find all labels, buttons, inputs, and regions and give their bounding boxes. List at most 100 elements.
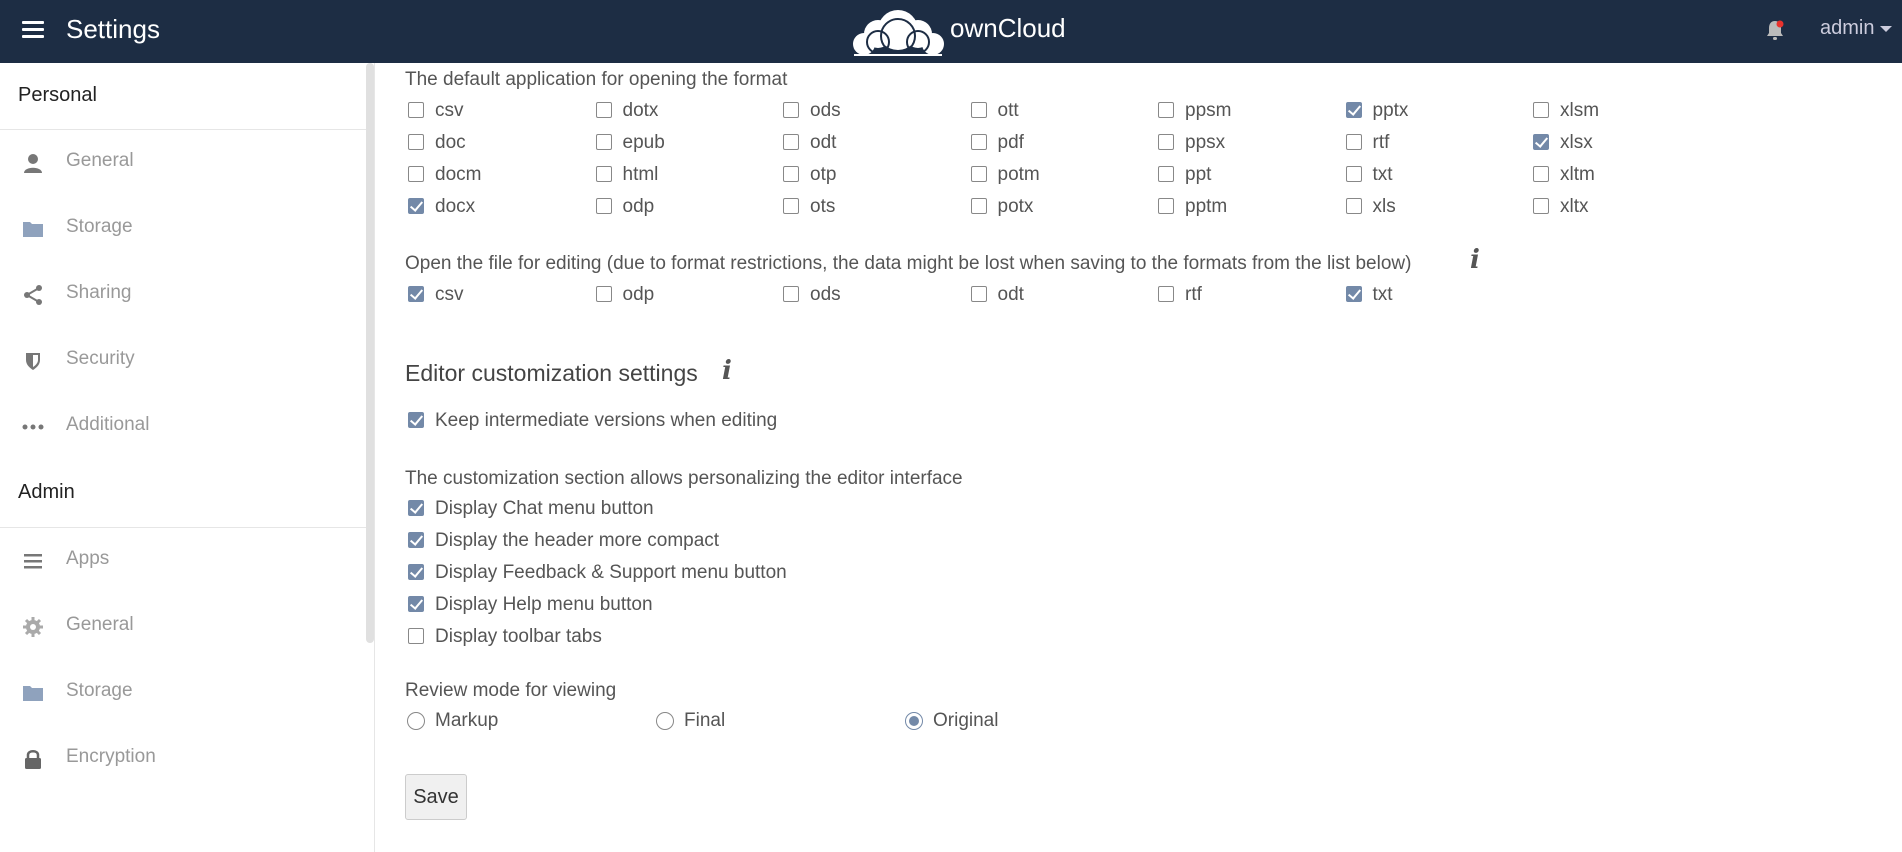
default-format-checkbox-pdf[interactable] [970,134,987,150]
sidebar-item-sharing[interactable]: Sharing [0,265,366,325]
notification-bell-icon[interactable] [1765,19,1785,41]
sidebar-item-security[interactable]: Security [0,331,366,391]
customization-checkbox[interactable] [408,532,424,548]
customization-checkbox[interactable] [408,564,424,580]
default-format-label: ppsx [1185,132,1226,153]
default-format-label: xlsx [1560,132,1593,153]
edit-format-checkbox-txt[interactable] [1345,286,1362,302]
edit-format-checkbox-csv[interactable] [408,286,424,302]
edit-format-checkbox-ods[interactable] [783,286,799,302]
sidebar-item-personal-storage[interactable]: Storage [0,199,366,259]
default-format-label: csv [435,100,464,121]
default-format-label: pptm [1185,196,1228,217]
edit-format-label: odp [622,284,655,305]
edit-format-label: rtf [1185,284,1202,305]
customization-checkbox[interactable] [408,628,424,644]
sidebar-item-label: Additional [66,414,150,435]
default-format-checkbox-xls[interactable] [1345,198,1362,214]
default-format-checkbox-ppsx[interactable] [1158,134,1174,150]
default-format-label: xlsm [1560,100,1600,121]
default-format-checkbox-ots[interactable] [783,198,799,214]
edit-format-checkbox-odp[interactable] [595,286,612,302]
brand-name: ownCloud [950,13,1066,43]
review-mode-label: Review mode for viewing [405,680,617,701]
default-format-checkbox-xlsm[interactable] [1533,102,1549,118]
default-format-checkbox-ppsm[interactable] [1158,102,1174,118]
sidebar-item-additional[interactable]: Additional [0,397,366,457]
folder-icon [23,686,43,701]
default-format-label: docx [435,196,476,217]
user-menu[interactable]: admin [1820,17,1893,40]
default-format-checkbox-txt[interactable] [1345,166,1362,182]
review-mode-radio[interactable] [656,712,674,730]
sidebar-item-admin-storage[interactable]: Storage [0,663,366,723]
save-button[interactable]: Save [405,774,467,820]
default-format-label: potm [997,164,1040,185]
default-format-checkbox-ppt[interactable] [1158,166,1174,182]
default-format-label: potx [997,196,1034,217]
default-format-checkbox-odt[interactable] [783,134,799,150]
default-format-checkbox-odp[interactable] [595,198,612,214]
default-format-checkbox-xltm[interactable] [1533,166,1549,182]
default-format-checkbox-epub[interactable] [595,134,612,150]
sidebar-item-label: Encryption [66,746,156,767]
default-format-checkbox-pptm[interactable] [1158,198,1174,214]
app-title: Settings [66,14,160,44]
default-format-checkbox-otp[interactable] [783,166,799,182]
sidebar-item-label: Sharing [66,282,132,303]
review-mode-label: Markup [435,710,499,731]
sidebar-item-label: Apps [66,548,110,569]
customization-option-label: Display the header more compact [435,530,720,551]
customization-checkbox[interactable] [408,596,424,612]
sidebar-item-encryption[interactable]: Encryption [0,729,366,789]
keep-versions-label: Keep intermediate versions when editing [435,410,778,431]
default-format-checkbox-xltx[interactable] [1533,198,1549,214]
default-format-label: pptx [1372,100,1409,121]
lock-icon [25,750,41,769]
sidebar-scrollbar[interactable] [366,63,374,643]
default-format-label: rtf [1372,132,1390,153]
default-format-checkbox-html[interactable] [595,166,612,182]
divider [0,129,366,130]
edit-format-checkbox-rtf[interactable] [1158,286,1174,302]
edit-format-checkbox-odt[interactable] [970,286,987,302]
default-format-label: otp [810,164,837,185]
hamburger-menu-icon[interactable] [22,21,44,39]
gear-icon [23,617,43,637]
default-format-label: xls [1372,196,1396,217]
sidebar-item-label: Storage [66,216,133,237]
edit-format-label: odt [997,284,1024,305]
main-content: The default application for opening the … [375,63,1902,852]
default-format-checkbox-potx[interactable] [970,198,987,214]
default-format-checkbox-csv[interactable] [408,102,424,118]
sidebar-item-apps[interactable]: Apps [0,531,366,591]
sidebar-item-admin-general[interactable]: General [0,597,366,657]
info-icon[interactable]: i [722,356,732,386]
default-format-checkbox-docx[interactable] [408,198,424,214]
default-format-checkbox-ott[interactable] [970,102,987,118]
default-format-label: dotx [622,100,659,121]
default-format-checkbox-docm[interactable] [408,166,424,182]
sidebar-item-personal-general[interactable]: General [0,133,366,193]
default-format-checkbox-pptx[interactable] [1345,102,1362,118]
customization-checkbox[interactable] [408,500,424,516]
info-icon[interactable]: i [1470,245,1480,275]
review-mode-radio[interactable] [407,712,425,730]
default-format-checkbox-dotx[interactable] [595,102,612,118]
default-format-checkbox-rtf[interactable] [1345,134,1362,150]
customization-option-label: Display Help menu button [435,594,653,615]
customization-option-label: Display toolbar tabs [435,626,602,647]
default-format-checkbox-potm[interactable] [970,166,987,182]
review-mode-radio[interactable] [905,712,923,730]
edit-formats-label: Open the file for editing (due to format… [405,253,1412,274]
owncloud-logo-icon[interactable] [850,4,946,56]
customization-label: The customization section allows persona… [405,468,963,489]
editor-section-title: Editor customization settings [405,360,698,386]
default-format-label: odp [622,196,655,217]
top-header: Settings ownCloud admin [0,0,1902,63]
default-format-label: txt [1372,164,1393,185]
default-format-checkbox-xlsx[interactable] [1533,134,1549,150]
keep-versions-checkbox[interactable] [408,412,424,428]
default-format-checkbox-ods[interactable] [783,102,799,118]
default-format-checkbox-doc[interactable] [408,134,424,150]
